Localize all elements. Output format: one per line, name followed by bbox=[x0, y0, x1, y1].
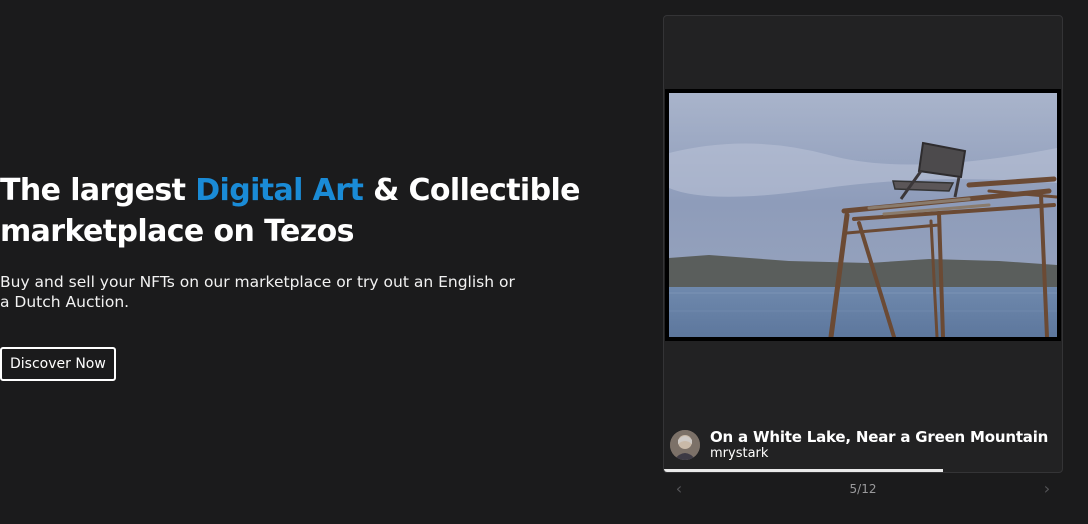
discover-now-button[interactable]: Discover Now bbox=[0, 347, 116, 381]
headline-accent: Digital Art bbox=[195, 173, 364, 208]
artwork-meta: On a White Lake, Near a Green Mountain m… bbox=[710, 428, 1048, 462]
headline-part1: The largest bbox=[0, 173, 196, 208]
slide-counter: 5/12 bbox=[849, 482, 877, 496]
artwork-picture bbox=[669, 93, 1057, 337]
chevron-right-icon[interactable]: › bbox=[1037, 478, 1057, 500]
artist-avatar-picture bbox=[670, 430, 700, 460]
carousel-pager: ‹ 5/12 › bbox=[663, 478, 1063, 500]
featured-artwork-card[interactable]: On a White Lake, Near a Green Mountain m… bbox=[663, 15, 1063, 473]
slide-progress bbox=[664, 469, 1062, 472]
hero-section: The largest Digital Art & Collectible ma… bbox=[0, 0, 1088, 524]
artwork-title[interactable]: On a White Lake, Near a Green Mountain bbox=[710, 428, 1048, 446]
artwork-image[interactable] bbox=[665, 89, 1061, 341]
artist-avatar[interactable] bbox=[670, 430, 700, 460]
slide-progress-fill bbox=[664, 469, 943, 472]
artist-name[interactable]: mrystark bbox=[710, 446, 1048, 462]
hero-text: The largest Digital Art & Collectible ma… bbox=[0, 170, 581, 312]
hero-headline: The largest Digital Art & Collectible ma… bbox=[0, 170, 581, 252]
artwork-info: On a White Lake, Near a Green Mountain m… bbox=[670, 427, 1048, 463]
hero-subtext: Buy and sell your NFTs on our marketplac… bbox=[0, 273, 515, 311]
